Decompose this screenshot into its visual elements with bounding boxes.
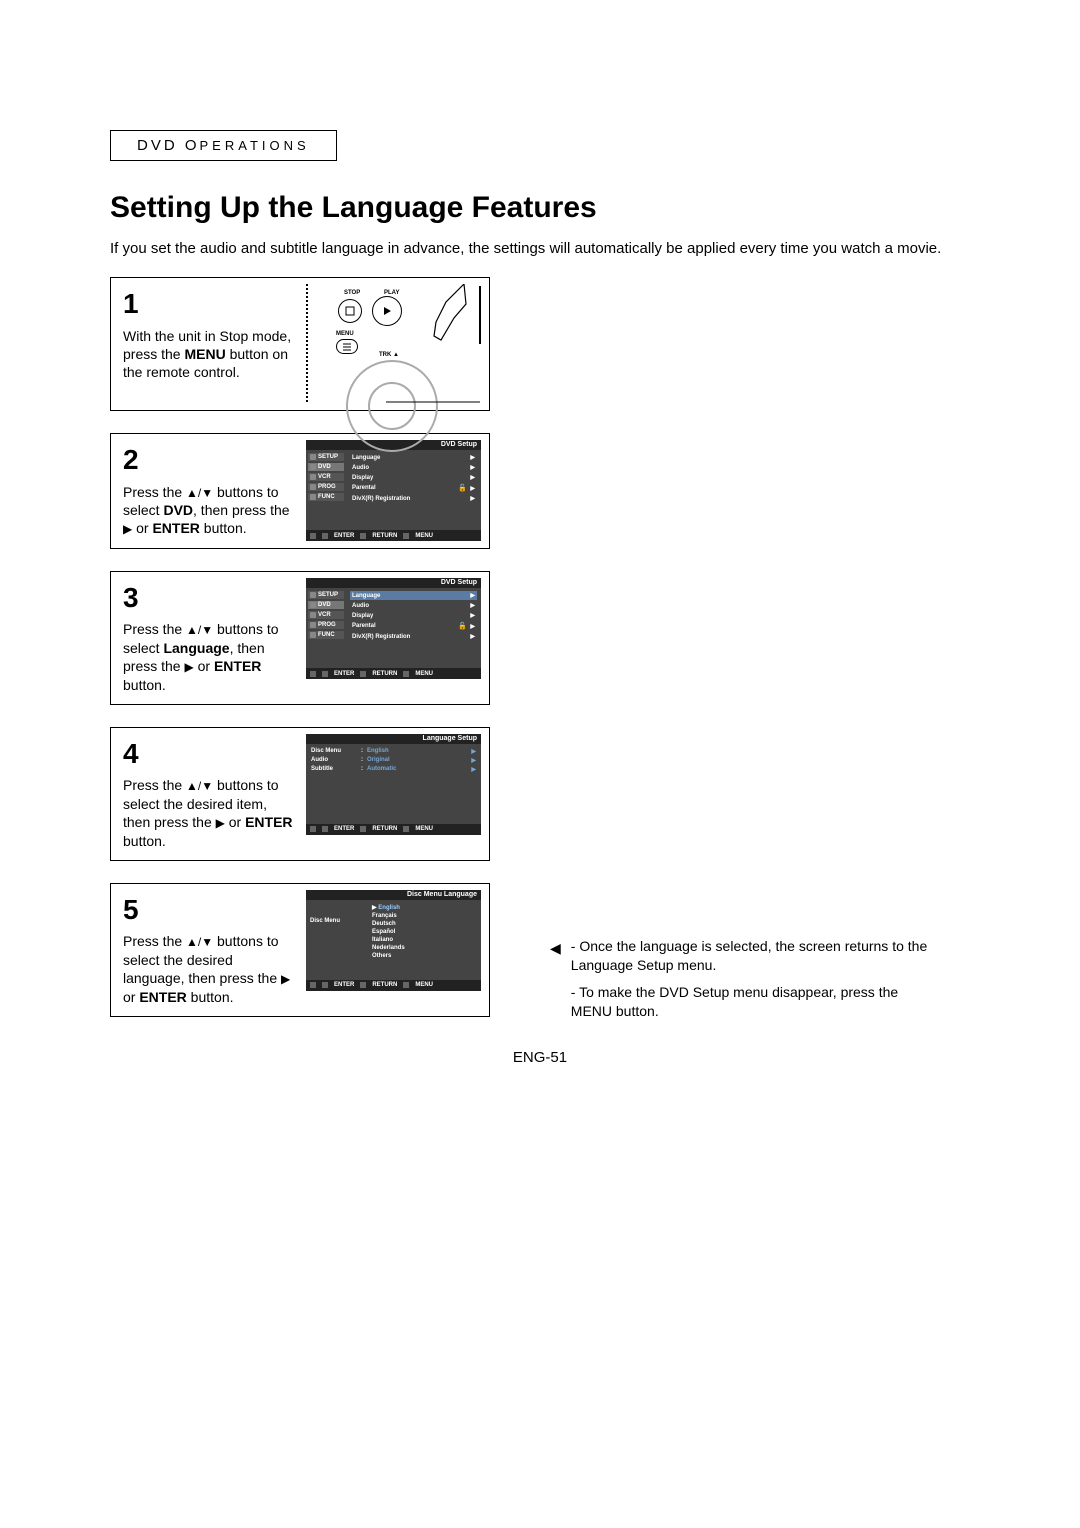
step-number: 2 — [123, 442, 296, 478]
tape-icon — [310, 612, 316, 618]
step-instruction: Press the ▲/▼ buttons to select the desi… — [123, 776, 296, 850]
osd-main-list: Language▶ Audio▶ Display▶ Parental🔓 ▶ Di… — [346, 450, 481, 530]
osd-lang-list: Disc Menu:English▶ Audio:Original▶ Subti… — [306, 744, 481, 824]
move-icon — [310, 826, 316, 832]
stop-icon — [345, 306, 355, 316]
chevron-right-icon: ▶ — [470, 633, 475, 640]
enter-icon — [322, 671, 328, 677]
step-4: 4 Press the ▲/▼ buttons to select the de… — [110, 727, 490, 861]
grid-icon — [310, 494, 316, 500]
step-number: 5 — [123, 892, 296, 928]
osd-screen-language-setup: Language Setup Disc Menu:English▶ Audio:… — [306, 734, 481, 835]
step-instruction: Press the ▲/▼ buttons to select the desi… — [123, 932, 296, 1006]
lock-icon: 🔓 — [458, 485, 467, 492]
step-3: 3 Press the ▲/▼ buttons to select Langua… — [110, 571, 490, 705]
chevron-right-icon: ▶ — [470, 486, 475, 492]
return-icon — [360, 826, 366, 832]
stop-label: STOP — [344, 290, 360, 296]
intro-text: If you set the audio and subtitle langua… — [110, 239, 970, 259]
menu-icon — [403, 826, 409, 832]
step-5: 5 Press the ▲/▼ buttons to select the de… — [110, 883, 490, 1017]
chevron-right-icon: ▶ — [470, 612, 475, 619]
chevron-right-icon: ▶ — [470, 464, 475, 471]
menu-icon — [342, 343, 352, 351]
chevron-right-icon: ▶ — [470, 624, 475, 630]
step-number: 4 — [123, 736, 296, 772]
osd-header: Language Setup — [306, 734, 481, 744]
step-number: 3 — [123, 580, 296, 616]
section-header-prefix: DVD O — [137, 137, 200, 154]
page-number: ENG-51 — [110, 1049, 970, 1066]
return-icon — [360, 671, 366, 677]
clock-icon — [310, 484, 316, 490]
step-number: 1 — [123, 286, 296, 322]
note-item: To make the DVD Setup menu disappear, pr… — [571, 983, 930, 1021]
osd-screen-dvd-setup: DVD Setup SETUP DVD VCR PROG FUNC Langua… — [306, 440, 481, 541]
clock-icon — [310, 622, 316, 628]
move-icon — [310, 533, 316, 539]
osd-footer: ENTER RETURN MENU — [306, 530, 481, 541]
section-header-suffix: PERATIONS — [200, 138, 310, 153]
step-instruction: Press the ▲/▼ buttons to select DVD, the… — [123, 483, 296, 538]
section-header: DVD OPERATIONS — [110, 130, 337, 161]
step-1: 1 With the unit in Stop mode, press the … — [110, 277, 490, 411]
chevron-right-icon: ▶ — [471, 748, 476, 755]
chevron-right-icon: ▶ — [470, 495, 475, 502]
move-icon — [310, 982, 316, 988]
chevron-right-icon: ▶ — [471, 757, 476, 764]
grid-icon — [310, 632, 316, 638]
osd-screen-dvd-setup-lang: DVD Setup SETUP DVD VCR PROG FUNC Langua… — [306, 578, 481, 679]
osd-side-menu: SETUP DVD VCR PROG FUNC — [306, 450, 346, 530]
remote-illustration: STOP PLAY MENU TRK ▲ — [306, 284, 481, 404]
page-title: Setting Up the Language Features — [110, 191, 970, 225]
steps-column: 1 With the unit in Stop mode, press the … — [110, 277, 510, 1039]
step-2: 2 Press the ▲/▼ buttons to select DVD, t… — [110, 433, 490, 549]
step-instruction: Press the ▲/▼ buttons to select Language… — [123, 620, 296, 694]
chevron-right-icon: ▶ — [470, 602, 475, 609]
chevron-right-icon: ▶ — [470, 454, 475, 461]
gear-icon — [310, 592, 316, 598]
notes-list: Once the language is selected, the scree… — [571, 937, 930, 1029]
osd-main-list: Language▶ Audio▶ Display▶ Parental🔓 ▶ Di… — [346, 588, 481, 668]
osd-footer: ENTER RETURN MENU — [306, 668, 481, 679]
menu-icon — [403, 671, 409, 677]
remote-edge-left — [306, 284, 308, 404]
menu-label: MENU — [336, 331, 354, 337]
osd-side-menu: SETUP DVD VCR PROG FUNC — [306, 588, 346, 668]
menu-icon — [403, 533, 409, 539]
chevron-right-icon: ▶ — [470, 592, 475, 599]
disc-icon — [310, 464, 316, 470]
gear-icon — [310, 454, 316, 460]
enter-icon — [322, 982, 328, 988]
step-instruction: With the unit in Stop mode, press the ME… — [123, 327, 296, 382]
move-icon — [310, 671, 316, 677]
return-icon — [360, 533, 366, 539]
menu-button-icon — [336, 339, 358, 354]
enter-icon — [322, 533, 328, 539]
menu-icon — [403, 982, 409, 988]
osd-language-options: English Français Deutsch Español Italian… — [366, 900, 481, 980]
osd-footer: ENTER RETURN MENU — [306, 980, 481, 991]
notes-column: ◀ Once the language is selected, the scr… — [550, 937, 930, 1029]
osd-footer: ENTER RETURN MENU — [306, 824, 481, 835]
enter-icon — [322, 826, 328, 832]
pointer-left-icon: ◀ — [550, 939, 561, 1029]
disc-icon — [310, 602, 316, 608]
note-item: Once the language is selected, the scree… — [571, 937, 930, 975]
hand-icon — [386, 284, 481, 404]
osd-header: Disc Menu Language — [306, 890, 481, 900]
chevron-right-icon: ▶ — [471, 766, 476, 773]
tape-icon — [310, 474, 316, 480]
osd-side-label: Disc Menu — [306, 900, 366, 980]
chevron-right-icon: ▶ — [470, 474, 475, 481]
osd-header: DVD Setup — [306, 578, 481, 588]
return-icon — [360, 982, 366, 988]
lock-icon: 🔓 — [458, 623, 467, 630]
stop-button-icon — [338, 299, 362, 323]
osd-screen-disc-menu-lang: Disc Menu Language Disc Menu English Fra… — [306, 890, 481, 991]
